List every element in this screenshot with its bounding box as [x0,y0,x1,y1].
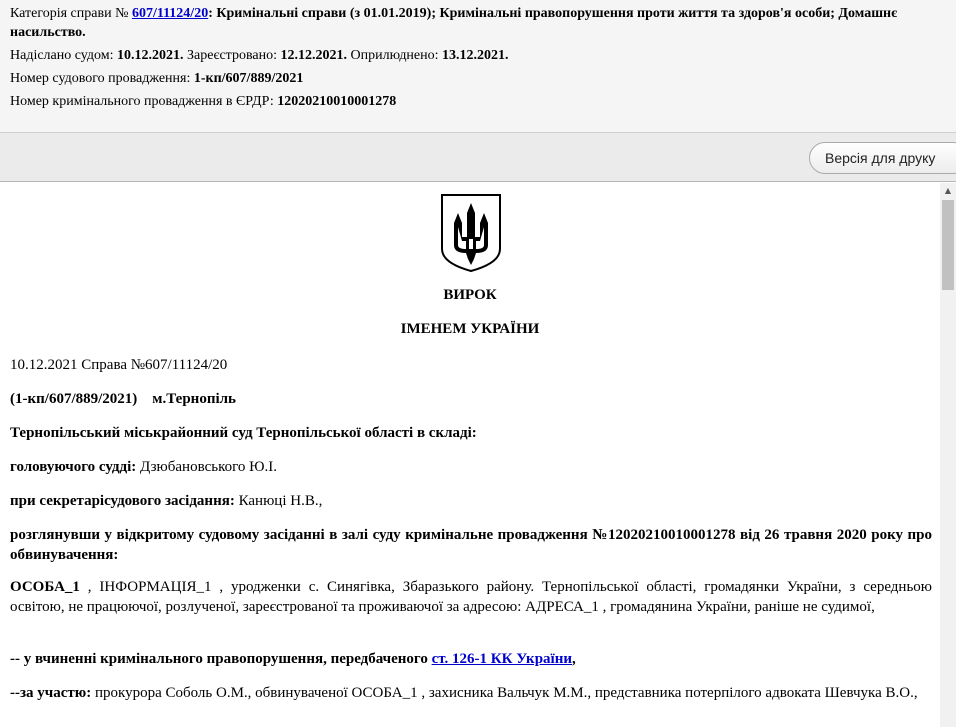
erdr-label: Номер кримінального провадження в ЄРДР: [10,94,278,109]
city: м.Тернопіль [152,391,236,407]
secretary-line: при секретарісудового засідання: Канюці … [10,491,932,511]
participation-text: прокурора Соболь О.М., обвинуваченої ОСО… [91,685,918,701]
criminal-code-article-link[interactable]: ст. 126-1 КК України [432,651,572,667]
court-proc-value: 1-кп/607/889/2021 [193,71,304,86]
scroll-up-arrow-icon[interactable]: ▲ [940,183,956,199]
judge-label: головуючого судді: [10,459,137,475]
court-proceeding-line: Номер судового провадження: 1-кп/607/889… [10,69,946,88]
secretary-label: при секретарісудового засідання: [10,493,235,509]
erdr-value: 12020210010001278 [277,94,397,109]
sent-label: Надіслано судом: [10,48,117,63]
published-date: 13.12.2021. [442,48,509,63]
date-case-number: 10.12.2021 Справа №607/11124/20 [10,357,228,373]
charge-paragraph: -- у вчиненні кримінального правопорушен… [10,649,932,669]
sent-date: 10.12.2021. [117,48,184,63]
judge-name: Дзюбановського Ю.І. [136,459,278,475]
participation-label: --за участю: [10,685,92,701]
document-body: ВИРОК ІМЕНЕМ УКРАЇНИ 10.12.2021 Справа №… [0,183,940,727]
proceeding-number: (1-кп/607/889/2021) [10,391,138,407]
court-proc-label: Номер судового провадження: [10,71,194,86]
trident-emblem-icon [441,194,501,273]
charge-text: -- у вчиненні кримінального правопорушен… [10,651,432,667]
accused-name: ОСОБА_1 [10,579,80,595]
category-prefix: Категорія справи № [10,6,129,21]
print-version-button[interactable]: Версія для друку [809,142,956,174]
case-category: Категорія справи № 607/11124/20: Криміна… [10,4,946,42]
proceeding-city-line: (1-кп/607/889/2021) м.Тернопіль [10,389,932,409]
charge-end: , [572,651,576,667]
verdict-subtitle: ІМЕНЕМ УКРАЇНИ [400,321,540,337]
court-composition: Тернопільський міськрайонний суд Тернопі… [10,423,932,443]
secretary-name: Канюці Н.В., [234,493,323,509]
scrollbar-thumb[interactable] [942,200,954,290]
registered-label: Зареєстровано: [183,48,281,63]
dates-line: Надіслано судом: 10.12.2021. Зареєстрова… [10,46,946,65]
case-metadata: Категорія справи № 607/11124/20: Криміна… [0,0,956,132]
registered-date: 12.12.2021. [280,48,347,63]
accused-paragraph: ОСОБА_1 , ІНФОРМАЦІЯ_1 , уродженки с. Си… [10,577,932,617]
considering-text: розглянувши у відкритому судовому засіда… [10,527,932,563]
case-number-link[interactable]: 607/11124/20 [132,6,208,21]
considering-paragraph: розглянувши у відкритому судовому засіда… [10,525,932,565]
published-label: Оприлюднено: [346,48,443,63]
verdict-title: ВИРОК [443,287,497,303]
court-name: Тернопільський міськрайонний суд Тернопі… [10,425,477,441]
toolbar: Версія для друку [0,132,956,182]
vertical-scrollbar[interactable]: ▲ [940,183,956,727]
participation-paragraph: --за участю: прокурора Соболь О.М., обви… [10,683,932,703]
erdr-line: Номер кримінального провадження в ЄРДР: … [10,92,946,111]
accused-description: , ІНФОРМАЦІЯ_1 , уродженки с. Синягівка,… [10,579,932,615]
judge-line: головуючого судді: Дзюбановського Ю.І. [10,457,932,477]
